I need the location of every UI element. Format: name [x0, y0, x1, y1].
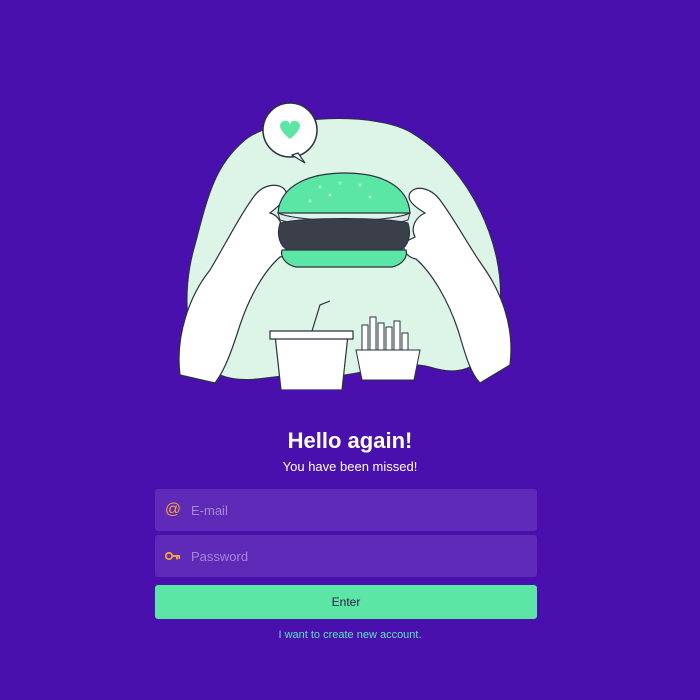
email-input[interactable] — [191, 489, 537, 531]
create-account-link[interactable]: I want to create new account. — [0, 627, 700, 643]
at-sign-icon: @ — [164, 501, 182, 518]
burger-illustration — [178, 102, 512, 390]
email-field[interactable]: @ — [155, 489, 537, 531]
password-field[interactable] — [155, 535, 537, 577]
password-input[interactable] — [191, 535, 537, 577]
page-title: Hello again! — [287, 428, 413, 453]
login-screen: Hello again! You have been missed! @ Ent… — [0, 0, 700, 700]
key-icon — [155, 551, 191, 561]
page-subtitle: You have been missed! — [282, 459, 418, 474]
enter-button[interactable]: Enter — [155, 585, 537, 619]
burger-icon — [277, 172, 411, 268]
